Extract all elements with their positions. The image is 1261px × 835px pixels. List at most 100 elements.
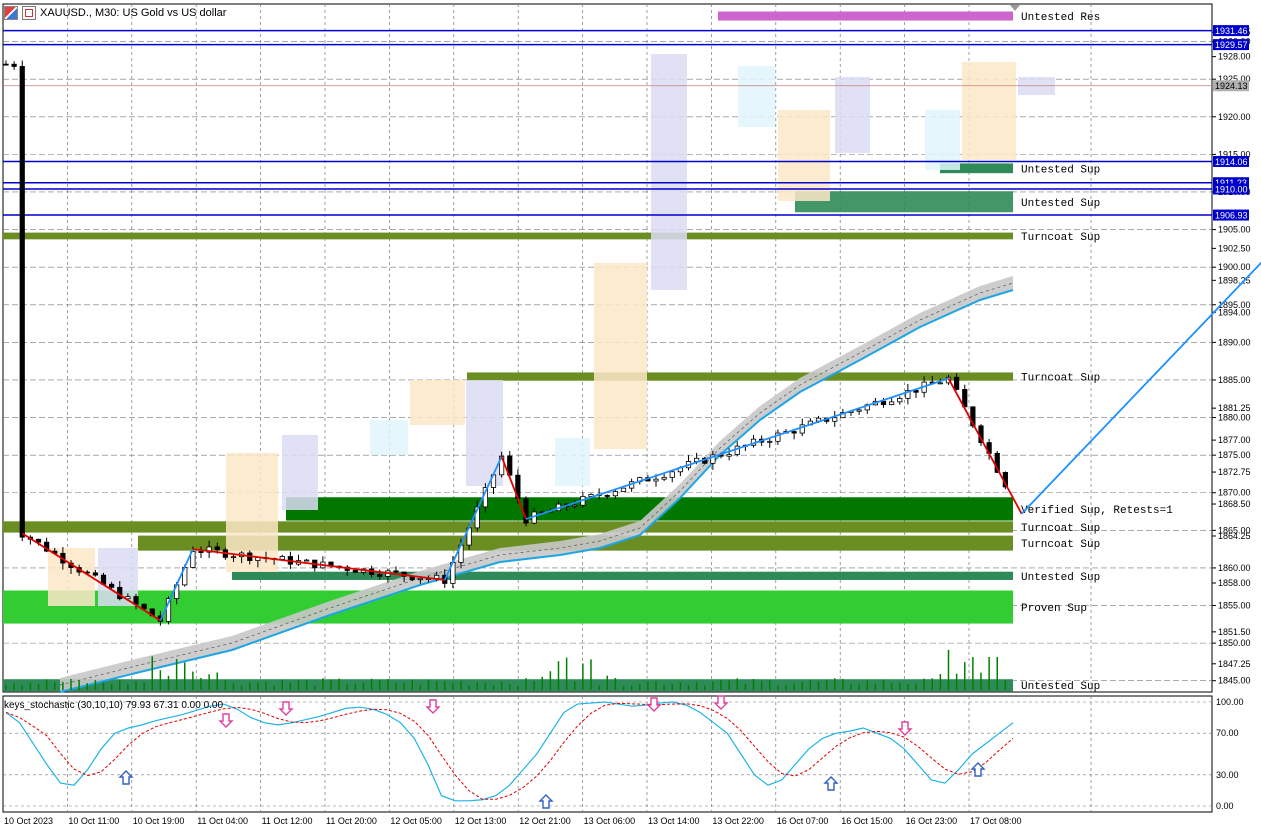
zone-label: Turncoat Sup bbox=[1021, 539, 1100, 551]
candle-body bbox=[880, 400, 887, 405]
zone-untested_sup bbox=[3, 679, 1013, 692]
x-tick-label: 11 Oct 12:00 bbox=[262, 816, 313, 826]
session-box bbox=[555, 438, 590, 486]
zone-label: Untested Sup bbox=[1021, 198, 1100, 210]
zone-turncoat bbox=[3, 521, 1013, 533]
candle-body bbox=[3, 63, 9, 66]
candle-body bbox=[620, 487, 627, 492]
candle-body bbox=[937, 382, 943, 385]
y-tick-label: 1850.00 bbox=[1218, 638, 1251, 648]
x-tick-label: 13 Oct 14:00 bbox=[648, 816, 700, 826]
candle-body bbox=[572, 504, 578, 507]
y-tick-label: 1920.00 bbox=[1218, 112, 1251, 122]
y-tick-label: 1900.00 bbox=[1218, 262, 1251, 272]
candle-body bbox=[109, 583, 115, 588]
stoch-tick-label: 70.00 bbox=[1216, 728, 1239, 738]
zone-label: Verified Sup, Retests=1 bbox=[1021, 505, 1173, 517]
zone-label: Untested Res bbox=[1021, 12, 1100, 24]
x-tick-label: 11 Oct 20:00 bbox=[326, 816, 377, 826]
chart-title: XAUUSD., M30: US Gold vs US dollar bbox=[40, 7, 227, 19]
candle-body bbox=[767, 440, 773, 443]
x-tick-label: 16 Oct 07:00 bbox=[777, 816, 829, 826]
zone-label: Untested Sup bbox=[1021, 164, 1100, 176]
candle-body bbox=[856, 409, 862, 412]
y-tick-label: 1868.50 bbox=[1218, 499, 1251, 509]
y-tick-label: 1877.00 bbox=[1218, 435, 1251, 445]
candle-body bbox=[669, 471, 675, 478]
x-tick-label: 13 Oct 06:00 bbox=[584, 816, 636, 826]
session-box bbox=[738, 66, 775, 127]
x-tick-label: 12 Oct 05:00 bbox=[390, 816, 442, 826]
chart-window-icon[interactable] bbox=[22, 6, 36, 20]
y-tick-label: 1928.00 bbox=[1218, 52, 1251, 62]
zone-label: Untested Sup bbox=[1021, 572, 1100, 584]
y-tick-label: 1845.00 bbox=[1218, 676, 1251, 686]
y-tick-label: 1864.25 bbox=[1218, 531, 1251, 541]
symbol-flag-icon bbox=[4, 6, 18, 20]
session-box bbox=[466, 380, 503, 486]
candle-body bbox=[230, 556, 237, 559]
candle-body bbox=[279, 556, 285, 560]
candle-body bbox=[214, 546, 220, 551]
indicator-label: keys_stochastic (30,10,10) 79.93 67.31 0… bbox=[4, 700, 224, 711]
session-box bbox=[962, 62, 1016, 160]
candle-body bbox=[604, 495, 610, 497]
x-tick-label: 13 Oct 22:00 bbox=[712, 816, 764, 826]
zone-untested_res bbox=[718, 11, 1013, 21]
y-tick-label: 1902.50 bbox=[1218, 243, 1251, 253]
candle-body bbox=[19, 66, 25, 538]
candle-body bbox=[653, 478, 659, 482]
x-tick-label: 10 Oct 11:00 bbox=[68, 816, 119, 826]
x-tick-label: 11 Oct 04:00 bbox=[197, 816, 248, 826]
y-tick-label: 1890.00 bbox=[1218, 337, 1251, 347]
y-tick-label: 1885.00 bbox=[1218, 375, 1251, 385]
y-tick-label: 1858.00 bbox=[1218, 578, 1251, 588]
x-tick-label: 12 Oct 13:00 bbox=[455, 816, 507, 826]
candle-body bbox=[726, 454, 732, 457]
session-box bbox=[594, 263, 647, 449]
candle-body bbox=[377, 574, 383, 577]
chart-header: XAUUSD., M30: US Gold vs US dollar bbox=[4, 4, 226, 22]
zone-turncoat bbox=[3, 232, 1013, 240]
y-tick-label: 1851.50 bbox=[1218, 627, 1251, 637]
candle-body bbox=[11, 63, 17, 67]
y-tick-label: 1905.00 bbox=[1218, 225, 1251, 235]
y-tick-label: 1875.00 bbox=[1218, 450, 1251, 460]
candle-body bbox=[889, 401, 895, 405]
stoch-tick-label: 100.00 bbox=[1216, 697, 1244, 707]
level-price-label: 1929.57 bbox=[1215, 40, 1248, 50]
zone-label: Turncoat Sup bbox=[1021, 523, 1100, 535]
zone-turncoat bbox=[467, 372, 1013, 381]
y-tick-label: 1855.00 bbox=[1218, 601, 1251, 611]
y-tick-label: 1872.75 bbox=[1218, 467, 1251, 477]
level-price-label: 1906.93 bbox=[1215, 211, 1248, 221]
session-box bbox=[370, 420, 408, 455]
session-box bbox=[651, 54, 687, 290]
candle-body bbox=[304, 559, 310, 562]
candle-body bbox=[133, 596, 139, 605]
level-price-label: 1910.00 bbox=[1215, 184, 1248, 194]
zone-proven bbox=[3, 590, 1013, 624]
y-tick-label: 1860.00 bbox=[1218, 563, 1251, 573]
candle-body bbox=[393, 570, 399, 573]
candle-body bbox=[417, 578, 423, 581]
candle-body bbox=[141, 603, 147, 610]
zone-untested_sup bbox=[232, 571, 1013, 580]
current-price-label: 1924.13 bbox=[1215, 81, 1248, 91]
session-box bbox=[835, 77, 870, 153]
stoch-tick-label: 30.00 bbox=[1216, 770, 1239, 780]
level-price-label: 1931.46 bbox=[1215, 26, 1248, 36]
zone-label: Untested Sup bbox=[1021, 681, 1100, 693]
session-box bbox=[410, 380, 465, 425]
candle-body bbox=[832, 417, 838, 422]
session-box bbox=[48, 548, 95, 606]
y-tick-label: 1870.00 bbox=[1218, 488, 1251, 498]
candle-body bbox=[92, 572, 98, 576]
zone-label: Turncoat Sup bbox=[1021, 373, 1100, 385]
candle-body bbox=[198, 551, 204, 553]
session-box bbox=[282, 435, 318, 510]
level-price-label: 1914.06 bbox=[1215, 157, 1248, 167]
candle-body bbox=[897, 397, 903, 403]
y-tick-label: 1880.00 bbox=[1218, 413, 1251, 423]
x-tick-label: 16 Oct 15:00 bbox=[841, 816, 893, 826]
